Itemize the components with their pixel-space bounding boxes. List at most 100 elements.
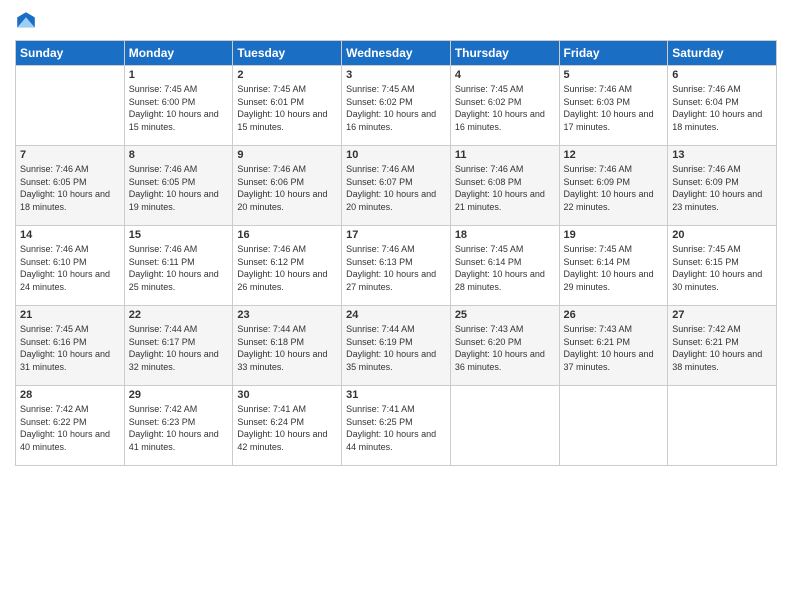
- day-number: 24: [346, 309, 446, 321]
- day-cell: 22 Sunrise: 7:44 AM Sunset: 6:17 PM Dayli…: [124, 306, 233, 386]
- day-number: 14: [20, 229, 120, 241]
- day-cell: 31Sunrise: 7:41 AM Sunset: 6:25 PM Dayli…: [342, 386, 451, 466]
- day-info: Sunrise: 7:45 AM Sunset: 6:02 PM Dayligh…: [455, 83, 555, 133]
- day-info: Sunrise: 7:42 AM Sunset: 6:23 PM Dayligh…: [129, 403, 229, 453]
- day-info: Sunrise: 7:44 AM Sunset: 6:19 PM Dayligh…: [346, 323, 446, 373]
- day-cell: 4 Sunrise: 7:45 AM Sunset: 6:02 PM Daylig…: [450, 66, 559, 146]
- day-number: 1: [129, 69, 229, 81]
- calendar-table: SundayMondayTuesdayWednesdayThursdayFrid…: [15, 40, 777, 466]
- day-number: 28: [20, 389, 120, 401]
- header-cell-sunday: Sunday: [16, 41, 125, 66]
- day-number: 8: [129, 149, 229, 161]
- day-number: 26: [564, 309, 664, 321]
- day-number: 29: [129, 389, 229, 401]
- logo-icon: [15, 10, 37, 32]
- day-cell: 13 Sunrise: 7:46 AM Sunset: 6:09 PM Dayli…: [668, 146, 777, 226]
- day-info: Sunrise: 7:46 AM Sunset: 6:13 PM Dayligh…: [346, 243, 446, 293]
- day-info: Sunrise: 7:42 AM Sunset: 6:21 PM Dayligh…: [672, 323, 772, 373]
- day-info: Sunrise: 7:44 AM Sunset: 6:18 PM Dayligh…: [237, 323, 337, 373]
- day-info: Sunrise: 7:45 AM Sunset: 6:01 PM Dayligh…: [237, 83, 337, 133]
- day-info: Sunrise: 7:43 AM Sunset: 6:21 PM Dayligh…: [564, 323, 664, 373]
- header-cell-wednesday: Wednesday: [342, 41, 451, 66]
- header-cell-tuesday: Tuesday: [233, 41, 342, 66]
- header-cell-thursday: Thursday: [450, 41, 559, 66]
- day-number: 3: [346, 69, 446, 81]
- page-container: SundayMondayTuesdayWednesdayThursdayFrid…: [0, 0, 792, 612]
- day-number: 9: [237, 149, 337, 161]
- day-cell: 27Sunrise: 7:42 AM Sunset: 6:21 PM Dayli…: [668, 306, 777, 386]
- day-number: 31: [346, 389, 446, 401]
- day-info: Sunrise: 7:44 AM Sunset: 6:17 PM Dayligh…: [129, 323, 229, 373]
- day-info: Sunrise: 7:46 AM Sunset: 6:05 PM Dayligh…: [129, 163, 229, 213]
- day-number: 25: [455, 309, 555, 321]
- day-number: 13: [672, 149, 772, 161]
- day-cell: 2 Sunrise: 7:45 AM Sunset: 6:01 PM Daylig…: [233, 66, 342, 146]
- day-cell: [668, 386, 777, 466]
- day-cell: 16 Sunrise: 7:46 AM Sunset: 6:12 PM Dayli…: [233, 226, 342, 306]
- week-row-1: 1 Sunrise: 7:45 AM Sunset: 6:00 PM Daylig…: [16, 66, 777, 146]
- day-number: 18: [455, 229, 555, 241]
- week-row-2: 7 Sunrise: 7:46 AM Sunset: 6:05 PM Daylig…: [16, 146, 777, 226]
- day-info: Sunrise: 7:43 AM Sunset: 6:20 PM Dayligh…: [455, 323, 555, 373]
- day-number: 2: [237, 69, 337, 81]
- day-number: 22: [129, 309, 229, 321]
- day-info: Sunrise: 7:45 AM Sunset: 6:00 PM Dayligh…: [129, 83, 229, 133]
- day-cell: [16, 66, 125, 146]
- day-info: Sunrise: 7:46 AM Sunset: 6:05 PM Dayligh…: [20, 163, 120, 213]
- day-cell: 12 Sunrise: 7:46 AM Sunset: 6:09 PM Dayli…: [559, 146, 668, 226]
- day-info: Sunrise: 7:46 AM Sunset: 6:11 PM Dayligh…: [129, 243, 229, 293]
- day-number: 30: [237, 389, 337, 401]
- day-info: Sunrise: 7:46 AM Sunset: 6:03 PM Dayligh…: [564, 83, 664, 133]
- day-number: 10: [346, 149, 446, 161]
- day-cell: 26 Sunrise: 7:43 AM Sunset: 6:21 PM Dayli…: [559, 306, 668, 386]
- day-cell: 23 Sunrise: 7:44 AM Sunset: 6:18 PM Dayli…: [233, 306, 342, 386]
- day-cell: 7 Sunrise: 7:46 AM Sunset: 6:05 PM Daylig…: [16, 146, 125, 226]
- week-row-4: 21 Sunrise: 7:45 AM Sunset: 6:16 PM Dayli…: [16, 306, 777, 386]
- day-cell: 8 Sunrise: 7:46 AM Sunset: 6:05 PM Daylig…: [124, 146, 233, 226]
- day-number: 17: [346, 229, 446, 241]
- day-info: Sunrise: 7:46 AM Sunset: 6:08 PM Dayligh…: [455, 163, 555, 213]
- day-info: Sunrise: 7:46 AM Sunset: 6:09 PM Dayligh…: [672, 163, 772, 213]
- week-row-5: 28 Sunrise: 7:42 AM Sunset: 6:22 PM Dayli…: [16, 386, 777, 466]
- page-header: [15, 10, 777, 32]
- day-number: 11: [455, 149, 555, 161]
- day-number: 23: [237, 309, 337, 321]
- day-info: Sunrise: 7:45 AM Sunset: 6:14 PM Dayligh…: [455, 243, 555, 293]
- day-cell: 3 Sunrise: 7:45 AM Sunset: 6:02 PM Daylig…: [342, 66, 451, 146]
- day-info: Sunrise: 7:46 AM Sunset: 6:09 PM Dayligh…: [564, 163, 664, 213]
- day-cell: [559, 386, 668, 466]
- week-row-3: 14 Sunrise: 7:46 AM Sunset: 6:10 PM Dayli…: [16, 226, 777, 306]
- day-cell: 28 Sunrise: 7:42 AM Sunset: 6:22 PM Dayli…: [16, 386, 125, 466]
- day-info: Sunrise: 7:46 AM Sunset: 6:12 PM Dayligh…: [237, 243, 337, 293]
- day-info: Sunrise: 7:42 AM Sunset: 6:22 PM Dayligh…: [20, 403, 120, 453]
- day-cell: 29 Sunrise: 7:42 AM Sunset: 6:23 PM Dayli…: [124, 386, 233, 466]
- day-cell: [450, 386, 559, 466]
- day-cell: 9 Sunrise: 7:46 AM Sunset: 6:06 PM Daylig…: [233, 146, 342, 226]
- day-info: Sunrise: 7:45 AM Sunset: 6:02 PM Dayligh…: [346, 83, 446, 133]
- day-cell: 15 Sunrise: 7:46 AM Sunset: 6:11 PM Dayli…: [124, 226, 233, 306]
- day-info: Sunrise: 7:41 AM Sunset: 6:24 PM Dayligh…: [237, 403, 337, 453]
- day-number: 6: [672, 69, 772, 81]
- day-number: 7: [20, 149, 120, 161]
- logo: [15, 10, 41, 32]
- day-cell: 11 Sunrise: 7:46 AM Sunset: 6:08 PM Dayli…: [450, 146, 559, 226]
- day-number: 12: [564, 149, 664, 161]
- day-cell: 20Sunrise: 7:45 AM Sunset: 6:15 PM Dayli…: [668, 226, 777, 306]
- day-cell: 1 Sunrise: 7:45 AM Sunset: 6:00 PM Daylig…: [124, 66, 233, 146]
- day-cell: 18 Sunrise: 7:45 AM Sunset: 6:14 PM Dayli…: [450, 226, 559, 306]
- header-cell-saturday: Saturday: [668, 41, 777, 66]
- day-number: 4: [455, 69, 555, 81]
- day-number: 16: [237, 229, 337, 241]
- day-number: 19: [564, 229, 664, 241]
- day-cell: 6Sunrise: 7:46 AM Sunset: 6:04 PM Daylig…: [668, 66, 777, 146]
- day-number: 15: [129, 229, 229, 241]
- day-info: Sunrise: 7:46 AM Sunset: 6:10 PM Dayligh…: [20, 243, 120, 293]
- day-cell: 10Sunrise: 7:46 AM Sunset: 6:07 PM Dayli…: [342, 146, 451, 226]
- day-cell: 17 Sunrise: 7:46 AM Sunset: 6:13 PM Dayli…: [342, 226, 451, 306]
- day-info: Sunrise: 7:46 AM Sunset: 6:06 PM Dayligh…: [237, 163, 337, 213]
- header-row: SundayMondayTuesdayWednesdayThursdayFrid…: [16, 41, 777, 66]
- day-info: Sunrise: 7:45 AM Sunset: 6:16 PM Dayligh…: [20, 323, 120, 373]
- day-number: 21: [20, 309, 120, 321]
- day-info: Sunrise: 7:45 AM Sunset: 6:15 PM Dayligh…: [672, 243, 772, 293]
- day-cell: 5Sunrise: 7:46 AM Sunset: 6:03 PM Daylig…: [559, 66, 668, 146]
